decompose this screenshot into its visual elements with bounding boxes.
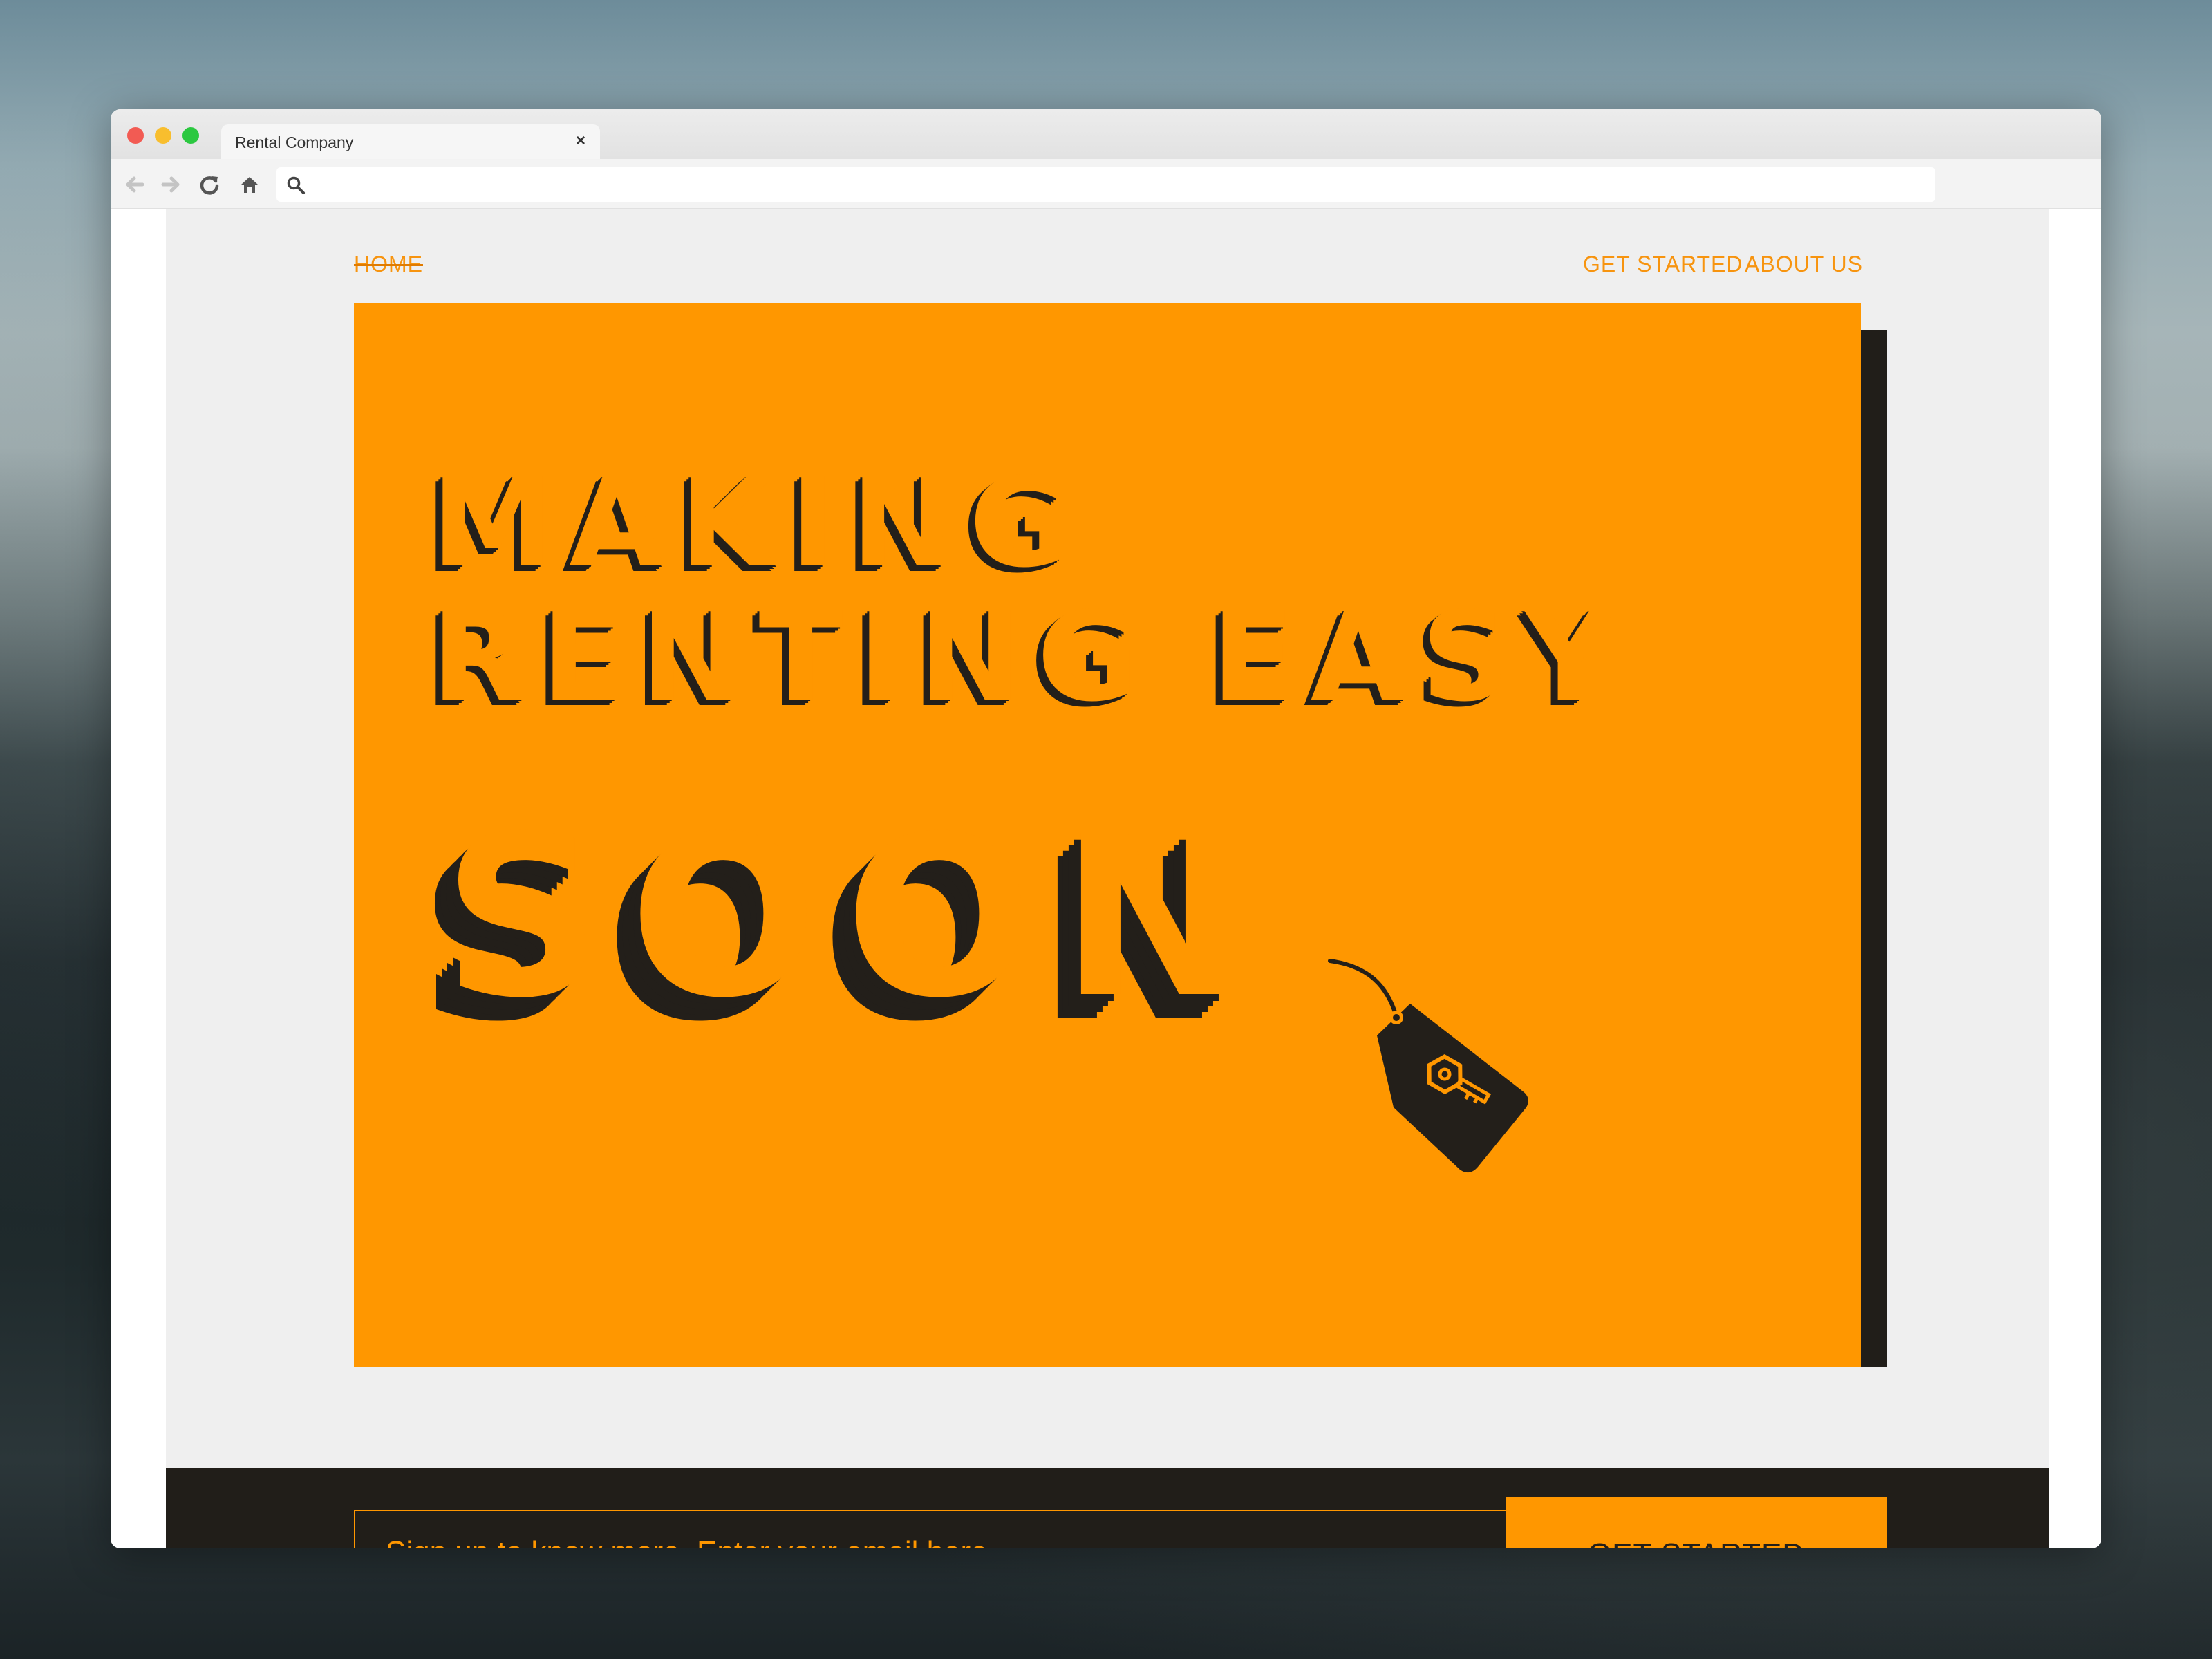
nav-home-link[interactable]: HOME [354,252,423,277]
hero-headline-line1: MAKING [431,451,1086,594]
maximize-window-button[interactable] [182,127,199,144]
browser-toolbar [111,159,2101,209]
close-window-button[interactable] [127,127,144,144]
home-icon[interactable] [238,173,261,196]
forward-arrow-icon[interactable] [159,173,182,196]
tab-close-icon[interactable]: × [571,131,590,151]
tab-bar: Rental Company × [111,109,2101,159]
address-bar[interactable] [276,167,1936,202]
minimize-window-button[interactable] [155,127,171,144]
email-field[interactable] [354,1510,1508,1548]
search-icon [287,176,305,194]
browser-tab[interactable]: Rental Company × [221,124,600,159]
get-started-button[interactable]: GET STARTED [1506,1497,1887,1548]
signup-band: GET STARTED [166,1468,2049,1548]
tab-title: Rental Company [235,133,354,151]
nav-get-started-link[interactable]: GET STARTED [1583,252,1743,277]
nav-about-link[interactable]: ABOUT US [1745,252,1863,277]
hero-headline-line2: RENTING EASY [431,585,1629,729]
hero-soon-text: SOON [442,789,1274,1047]
key-tag-icon [1328,959,1528,1173]
web-page: HOME GET STARTED ABOUT US MAKING RENTING… [166,209,2049,1548]
back-arrow-icon[interactable] [123,173,147,196]
hero-banner: MAKING RENTING EASY SOON [354,303,1861,1367]
reload-icon[interactable] [198,173,221,196]
browser-window: Rental Company × HOME GET STARTED ABOUT [111,109,2101,1548]
